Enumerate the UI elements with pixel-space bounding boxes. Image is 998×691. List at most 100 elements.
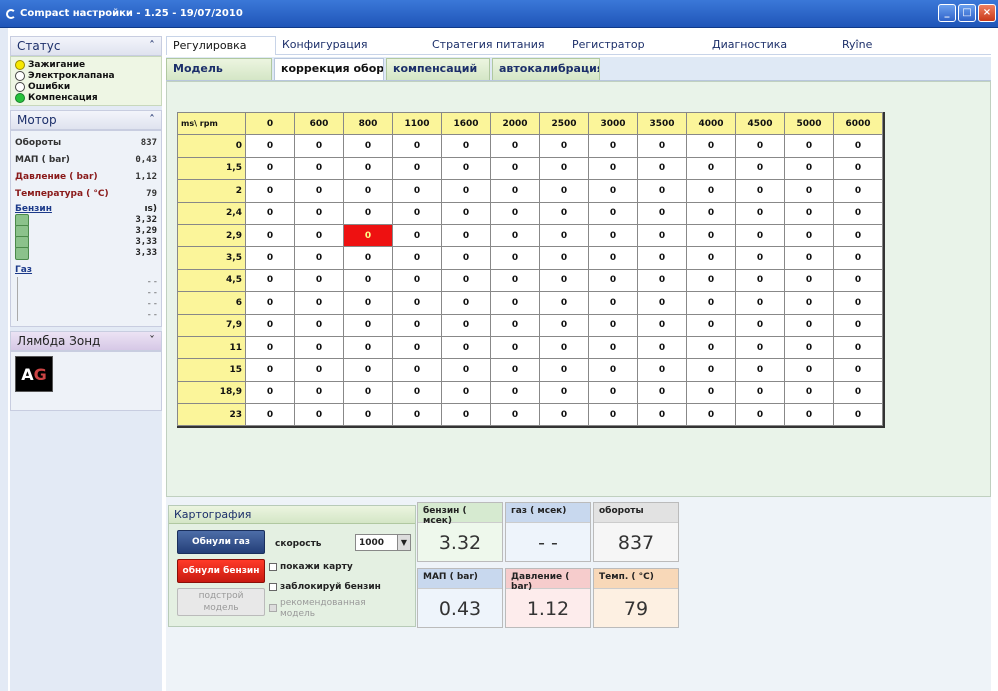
grid-cell[interactable]: 0 bbox=[588, 246, 638, 270]
grid-cell[interactable]: 0 bbox=[490, 403, 540, 427]
grid-cell[interactable]: 0 bbox=[441, 403, 491, 427]
grid-cell[interactable]: 0 bbox=[637, 268, 687, 293]
grid-cell[interactable]: 0 bbox=[490, 380, 540, 405]
grid-cell[interactable]: 0 bbox=[637, 201, 687, 225]
grid-cell[interactable]: 0 bbox=[784, 268, 834, 293]
grid-cell[interactable]: 0 bbox=[784, 313, 834, 337]
grid-cell[interactable]: 0 bbox=[343, 246, 393, 270]
grid-cell[interactable]: 0 bbox=[392, 179, 442, 203]
grid-cell[interactable]: 0 bbox=[833, 291, 883, 315]
grid-cell[interactable]: 0 bbox=[343, 335, 393, 360]
grid-cell[interactable]: 0 bbox=[539, 291, 589, 315]
grid-cell[interactable]: 0 bbox=[343, 268, 393, 293]
grid-cell[interactable]: 0 bbox=[343, 403, 393, 427]
grid-cell[interactable]: 0 bbox=[245, 201, 295, 225]
grid-cell[interactable]: 0 bbox=[539, 380, 589, 405]
grid-cell[interactable]: 0 bbox=[441, 335, 491, 360]
grid-cell[interactable]: 0 bbox=[392, 291, 442, 315]
grid-cell[interactable]: 0 bbox=[490, 201, 540, 225]
grid-cell[interactable]: 0 bbox=[686, 223, 736, 248]
grid-cell[interactable]: 0 bbox=[833, 246, 883, 270]
grid-cell[interactable]: 0 bbox=[245, 335, 295, 360]
speed-select[interactable]: 1000 ▼ bbox=[355, 534, 411, 551]
grid-cell[interactable]: 0 bbox=[588, 156, 638, 181]
grid-cell[interactable]: 0 bbox=[294, 134, 344, 158]
lock-petrol-checkbox[interactable]: заблокируй бензин bbox=[269, 582, 381, 592]
grid-cell[interactable]: 0 bbox=[539, 156, 589, 181]
recommended-model-checkbox[interactable]: рекомендованная модель bbox=[269, 598, 366, 620]
grid-cell[interactable]: 0 bbox=[294, 358, 344, 382]
grid-cell[interactable]: 0 bbox=[441, 156, 491, 181]
grid-cell[interactable]: 0 bbox=[343, 223, 393, 248]
grid-cell[interactable]: 0 bbox=[588, 335, 638, 360]
grid-cell[interactable]: 0 bbox=[735, 335, 785, 360]
grid-cell[interactable]: 0 bbox=[343, 201, 393, 225]
grid-cell[interactable]: 0 bbox=[245, 291, 295, 315]
grid-cell[interactable]: 0 bbox=[539, 358, 589, 382]
grid-cell[interactable]: 0 bbox=[441, 223, 491, 248]
grid-cell[interactable]: 0 bbox=[784, 134, 834, 158]
grid-cell[interactable]: 0 bbox=[441, 134, 491, 158]
grid-cell[interactable]: 0 bbox=[539, 201, 589, 225]
grid-cell[interactable]: 0 bbox=[588, 380, 638, 405]
grid-cell[interactable]: 0 bbox=[637, 134, 687, 158]
tab-diagnostics[interactable]: Диагностика bbox=[706, 36, 836, 55]
grid-cell[interactable]: 0 bbox=[735, 246, 785, 270]
grid-cell[interactable]: 0 bbox=[735, 358, 785, 382]
motor-panel-header[interactable]: Мотор ˆ bbox=[10, 110, 162, 130]
grid-cell[interactable]: 0 bbox=[686, 313, 736, 337]
tab-strategy[interactable]: Стратегия питания bbox=[426, 36, 566, 55]
grid-cell[interactable]: 0 bbox=[686, 335, 736, 360]
grid-cell[interactable]: 0 bbox=[294, 179, 344, 203]
grid-cell[interactable]: 0 bbox=[588, 201, 638, 225]
grid-cell[interactable]: 0 bbox=[245, 156, 295, 181]
grid-cell[interactable]: 0 bbox=[441, 380, 491, 405]
grid-cell[interactable]: 0 bbox=[686, 156, 736, 181]
grid-cell[interactable]: 0 bbox=[833, 313, 883, 337]
tab-configuration[interactable]: Конфигурация bbox=[276, 36, 426, 55]
grid-cell[interactable]: 0 bbox=[490, 246, 540, 270]
grid-cell[interactable]: 0 bbox=[735, 223, 785, 248]
grid-cell[interactable]: 0 bbox=[735, 291, 785, 315]
expand-icon[interactable]: ˇ bbox=[149, 334, 155, 348]
grid-cell[interactable]: 0 bbox=[392, 380, 442, 405]
grid-cell[interactable]: 0 bbox=[833, 223, 883, 248]
chevron-down-icon[interactable]: ▼ bbox=[397, 535, 410, 550]
grid-cell[interactable]: 0 bbox=[441, 291, 491, 315]
grid-cell[interactable]: 0 bbox=[686, 291, 736, 315]
grid-cell[interactable]: 0 bbox=[490, 313, 540, 337]
grid-cell[interactable]: 0 bbox=[833, 134, 883, 158]
grid-cell[interactable]: 0 bbox=[245, 358, 295, 382]
grid-cell[interactable]: 0 bbox=[490, 179, 540, 203]
collapse-icon[interactable]: ˆ bbox=[149, 113, 155, 127]
grid-cell[interactable]: 0 bbox=[588, 268, 638, 293]
grid-cell[interactable]: 0 bbox=[294, 313, 344, 337]
tab-compensation[interactable]: компенсаций bbox=[386, 58, 490, 80]
tab-autocalibration[interactable]: автокалибрация bbox=[492, 58, 600, 80]
grid-cell[interactable]: 0 bbox=[637, 358, 687, 382]
grid-cell[interactable]: 0 bbox=[490, 358, 540, 382]
grid-cell[interactable]: 0 bbox=[245, 223, 295, 248]
grid-cell[interactable]: 0 bbox=[588, 223, 638, 248]
grid-cell[interactable]: 0 bbox=[833, 179, 883, 203]
grid-cell[interactable]: 0 bbox=[784, 358, 834, 382]
reset-petrol-button[interactable]: обнули бензин bbox=[177, 559, 265, 583]
grid-cell[interactable]: 0 bbox=[441, 246, 491, 270]
grid-cell[interactable]: 0 bbox=[833, 358, 883, 382]
grid-cell[interactable]: 0 bbox=[686, 179, 736, 203]
grid-cell[interactable]: 0 bbox=[343, 380, 393, 405]
grid-cell[interactable]: 0 bbox=[392, 335, 442, 360]
grid-cell[interactable]: 0 bbox=[245, 403, 295, 427]
grid-cell[interactable]: 0 bbox=[686, 134, 736, 158]
grid-cell[interactable]: 0 bbox=[833, 156, 883, 181]
grid-cell[interactable]: 0 bbox=[392, 313, 442, 337]
grid-cell[interactable]: 0 bbox=[686, 358, 736, 382]
grid-cell[interactable]: 0 bbox=[637, 156, 687, 181]
grid-cell[interactable]: 0 bbox=[343, 313, 393, 337]
status-panel-header[interactable]: Статус ˆ bbox=[10, 36, 162, 56]
grid-cell[interactable]: 0 bbox=[343, 179, 393, 203]
grid-cell[interactable]: 0 bbox=[392, 134, 442, 158]
grid-cell[interactable]: 0 bbox=[294, 335, 344, 360]
grid-cell[interactable]: 0 bbox=[392, 403, 442, 427]
grid-cell[interactable]: 0 bbox=[294, 291, 344, 315]
